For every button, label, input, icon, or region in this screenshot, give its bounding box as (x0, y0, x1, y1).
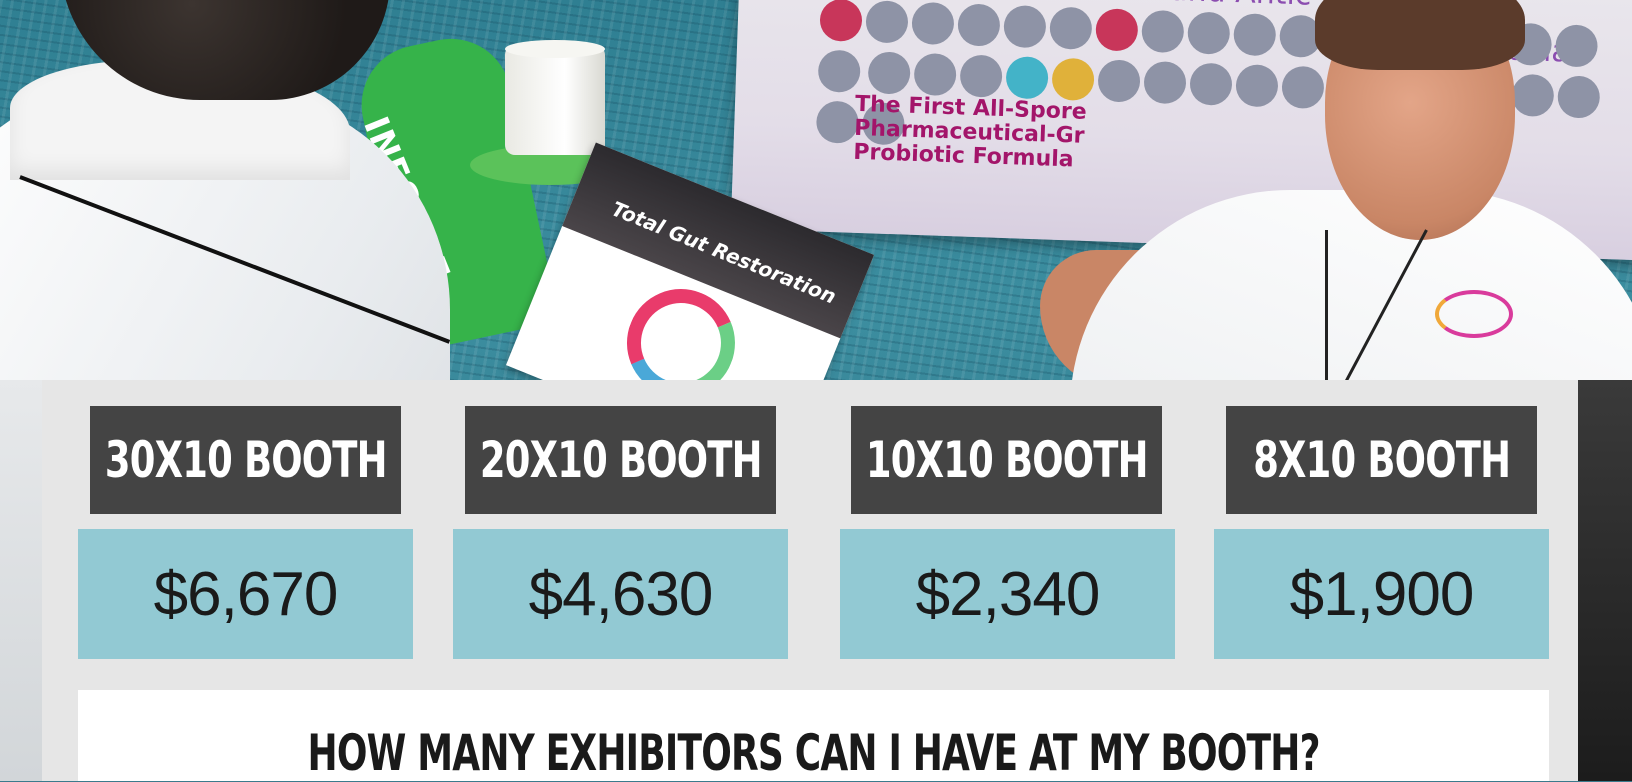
booth-title-8x10: 8X10 BOOTH (1226, 406, 1537, 514)
supplement-jar (505, 45, 605, 155)
booth-title-30x10: 30X10 BOOTH (90, 406, 401, 514)
booth-title-text: 8X10 BOOTH (1253, 431, 1511, 489)
price-8x10: $1,900 (1214, 529, 1549, 659)
right-photo-edge (1578, 380, 1632, 781)
price-20x10: $4,630 (453, 529, 788, 659)
price-10x10: $2,340 (840, 529, 1175, 659)
booth-title-text: 10X10 BOOTH (865, 431, 1149, 489)
faq-question[interactable]: HOW MANY EXHIBITORS CAN I HAVE AT MY BOO… (307, 724, 1320, 782)
shirt-logo (1435, 290, 1513, 338)
left-photo-edge (0, 380, 42, 781)
faq-section: HOW MANY EXHIBITORS CAN I HAVE AT MY BOO… (78, 690, 1549, 782)
booth-title-10x10: 10X10 BOOTH (851, 406, 1162, 514)
booth-title-20x10: 20X10 BOOTH (465, 406, 776, 514)
booth-title-text: 20X10 BOOTH (479, 431, 763, 489)
exhibitor-hair (1315, 0, 1525, 70)
booth-title-text: 30X10 BOOTH (104, 431, 388, 489)
price-30x10: $6,670 (78, 529, 413, 659)
jar-lid (505, 40, 605, 58)
